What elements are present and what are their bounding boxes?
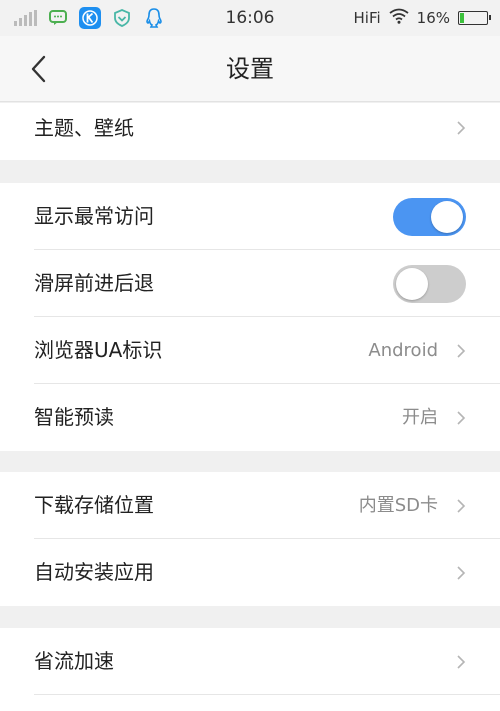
swipe-navigation-toggle[interactable] bbox=[393, 265, 466, 303]
wifi-icon bbox=[389, 8, 409, 28]
row-browser-ua[interactable]: 浏览器UA标识 Android bbox=[0, 317, 500, 384]
row-value: 内置SD卡 bbox=[358, 495, 438, 516]
row-label: 浏览器UA标识 bbox=[34, 338, 163, 362]
row-value: Android bbox=[368, 340, 438, 361]
nav-bar: 设置 bbox=[0, 36, 500, 102]
row-value: 开启 bbox=[402, 407, 438, 428]
chevron-right-icon bbox=[457, 411, 466, 425]
battery-fill bbox=[460, 13, 464, 23]
chevron-right-icon bbox=[457, 499, 466, 513]
battery-icon bbox=[458, 11, 491, 25]
settings-group-appearance: 主题、壁纸 bbox=[0, 103, 500, 160]
settings-group-network: 省流加速 bbox=[0, 628, 500, 711]
show-most-visited-toggle[interactable] bbox=[393, 198, 466, 236]
row-auto-install[interactable]: 自动安装应用 bbox=[0, 539, 500, 606]
chevron-right-icon bbox=[457, 566, 466, 580]
chevron-right-icon bbox=[457, 121, 466, 135]
network-label: HiFi bbox=[353, 9, 381, 27]
chevron-right-icon bbox=[457, 655, 466, 669]
page-title: 设置 bbox=[226, 55, 274, 83]
settings-group-download: 下载存储位置 内置SD卡 自动安装应用 bbox=[0, 472, 500, 606]
row-label: 自动安装应用 bbox=[34, 560, 154, 584]
row-label: 显示最常访问 bbox=[34, 204, 154, 228]
row-label: 滑屏前进后退 bbox=[34, 271, 154, 295]
row-label: 智能预读 bbox=[34, 405, 114, 429]
row-label: 下载存储位置 bbox=[34, 493, 154, 517]
row-label: 省流加速 bbox=[34, 649, 114, 673]
divider bbox=[34, 694, 500, 695]
row-label: 主题、壁纸 bbox=[34, 116, 134, 140]
status-icons-right: HiFi 16% bbox=[353, 6, 491, 30]
settings-group-browsing: 显示最常访问 滑屏前进后退 浏览器UA标识 Android 智能预读 开启 bbox=[0, 183, 500, 451]
toggle-knob bbox=[431, 201, 463, 233]
row-theme-wallpaper[interactable]: 主题、壁纸 bbox=[0, 103, 500, 160]
row-download-location[interactable]: 下载存储位置 内置SD卡 bbox=[0, 472, 500, 539]
row-swipe-navigation: 滑屏前进后退 bbox=[0, 250, 500, 317]
row-show-most-visited: 显示最常访问 bbox=[0, 183, 500, 250]
status-bar: 16:06 HiFi 16% bbox=[0, 0, 500, 36]
battery-percent: 16% bbox=[416, 9, 450, 27]
toggle-knob bbox=[396, 268, 428, 300]
row-smart-preload[interactable]: 智能预读 开启 bbox=[0, 384, 500, 451]
chevron-right-icon bbox=[457, 344, 466, 358]
row-data-saver[interactable]: 省流加速 bbox=[0, 628, 500, 695]
